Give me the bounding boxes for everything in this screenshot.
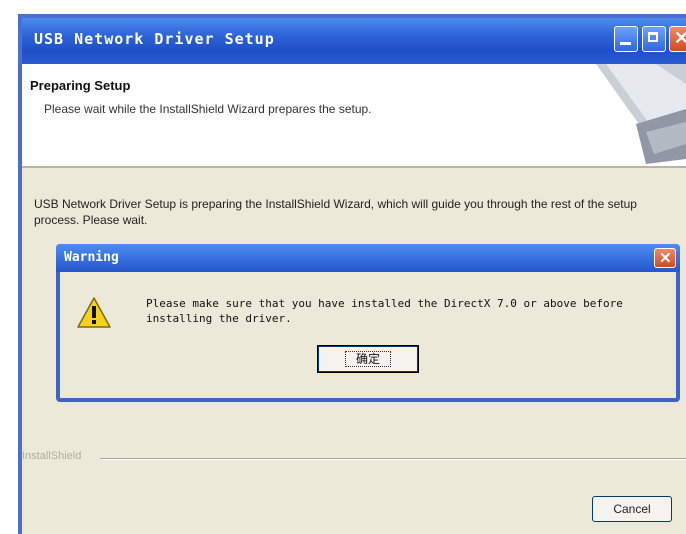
warning-close-button[interactable]: ✕ (654, 248, 676, 268)
maximize-icon (648, 32, 658, 42)
maximize-button[interactable] (642, 26, 666, 52)
installshield-brand: InstallShield (22, 450, 82, 462)
warning-content: Please make sure that you have installed… (60, 272, 676, 398)
header-title: Preparing Setup (30, 78, 131, 93)
minimize-button[interactable] (614, 26, 638, 52)
cancel-button[interactable]: Cancel (592, 496, 672, 522)
warning-dialog: Warning ✕ Please make sure that you have… (56, 244, 680, 402)
warning-title-bar[interactable]: Warning ✕ (56, 244, 680, 272)
header-subtitle: Please wait while the InstallShield Wiza… (44, 102, 372, 116)
title-bar[interactable]: USB Network Driver Setup ✕ (22, 18, 686, 64)
close-icon: ✕ (659, 250, 672, 267)
ok-button[interactable]: 确定 (317, 345, 419, 373)
close-icon: ✕ (674, 28, 686, 48)
ok-button-label: 确定 (344, 351, 391, 367)
header-panel: Preparing Setup Please wait while the In… (22, 64, 686, 168)
close-button[interactable]: ✕ (669, 26, 686, 52)
warning-title: Warning (64, 250, 119, 265)
warning-icon (77, 297, 111, 328)
footer-divider (100, 458, 686, 460)
window-title: USB Network Driver Setup (34, 30, 275, 48)
computer-graphic-icon (596, 64, 686, 164)
preparing-message: USB Network Driver Setup is preparing th… (34, 197, 637, 227)
setup-window: USB Network Driver Setup ✕ Preparing Set… (22, 18, 686, 534)
warning-message: Please make sure that you have installed… (146, 297, 623, 325)
minimize-icon (620, 42, 631, 45)
